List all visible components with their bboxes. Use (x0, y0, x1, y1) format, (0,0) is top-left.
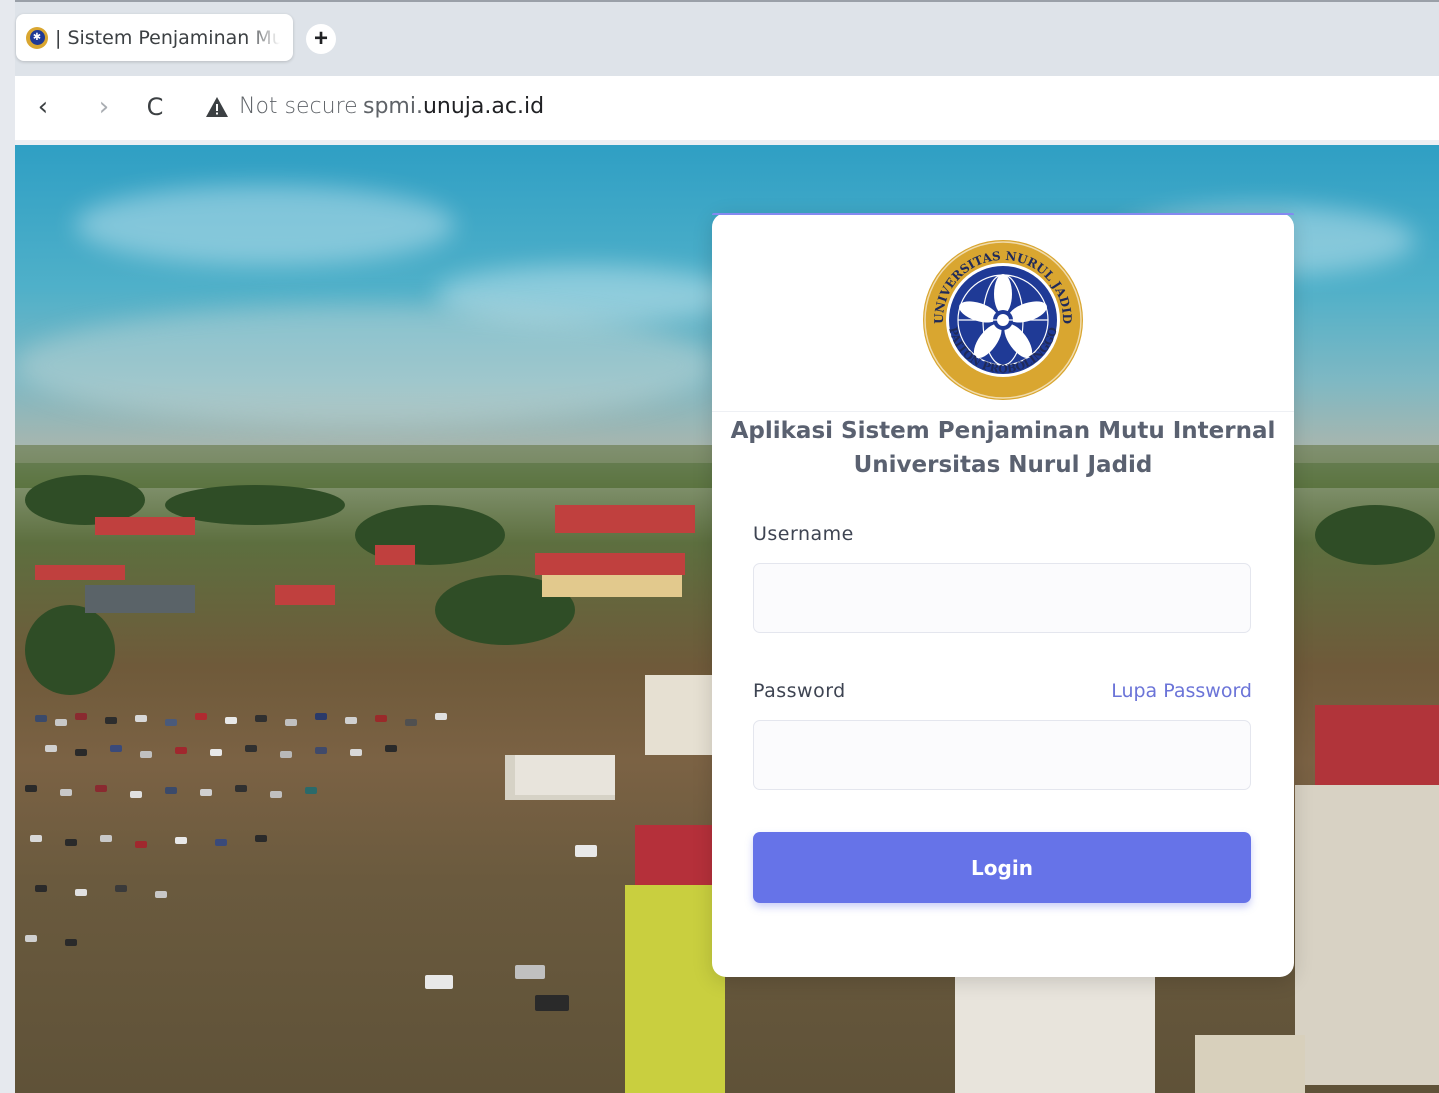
card-header-divider (712, 411, 1294, 412)
app-title-line1: Aplikasi Sistem Penjaminan Mutu Internal (730, 418, 1276, 444)
forward-button[interactable]: › (89, 92, 119, 122)
security-indicator[interactable]: Not secure (205, 94, 358, 119)
tab-strip: ✱ | Sistem Penjaminan Mutu + (15, 2, 1439, 76)
password-label: Password (753, 680, 846, 702)
tab-title: | Sistem Penjaminan Mutu (55, 26, 280, 49)
forward-arrow-icon: › (98, 92, 110, 122)
back-arrow-icon: ‹ (37, 92, 49, 122)
username-label: Username (753, 523, 854, 545)
university-logo: UNIVERSITAS NURUL JADID PAITON PROBOLING… (923, 240, 1083, 400)
warning-triangle-icon (206, 96, 228, 117)
forgot-password-link[interactable]: Lupa Password (1111, 680, 1252, 702)
url-domain: unuja.ac.id (422, 94, 545, 119)
security-text: Not secure (239, 94, 358, 119)
card-accent-line (712, 213, 1294, 215)
back-button[interactable]: ‹ (28, 92, 58, 122)
window-left-edge (0, 0, 15, 1093)
url-subdomain: spmi. (363, 94, 423, 119)
browser-toolbar: ‹ › C Not secure spmi.unuja.ac.id (15, 76, 1439, 140)
reload-button[interactable]: C (140, 92, 170, 122)
password-input[interactable] (753, 720, 1251, 790)
parking-lot (15, 705, 635, 1011)
address-bar[interactable]: spmi.unuja.ac.id (363, 94, 544, 119)
username-input[interactable] (753, 563, 1251, 633)
plus-icon: + (313, 25, 328, 52)
app-title: Aplikasi Sistem Penjaminan Mutu Internal… (712, 414, 1294, 482)
login-card: UNIVERSITAS NURUL JADID PAITON PROBOLING… (712, 213, 1294, 977)
favicon-logo-icon: ✱ (26, 26, 48, 49)
reload-icon: C (146, 93, 164, 121)
new-tab-button[interactable]: + (306, 24, 336, 54)
browser-tab-active[interactable]: ✱ | Sistem Penjaminan Mutu (16, 14, 293, 61)
login-button[interactable]: Login (753, 832, 1251, 903)
app-title-line2: Universitas Nurul Jadid (853, 452, 1153, 478)
